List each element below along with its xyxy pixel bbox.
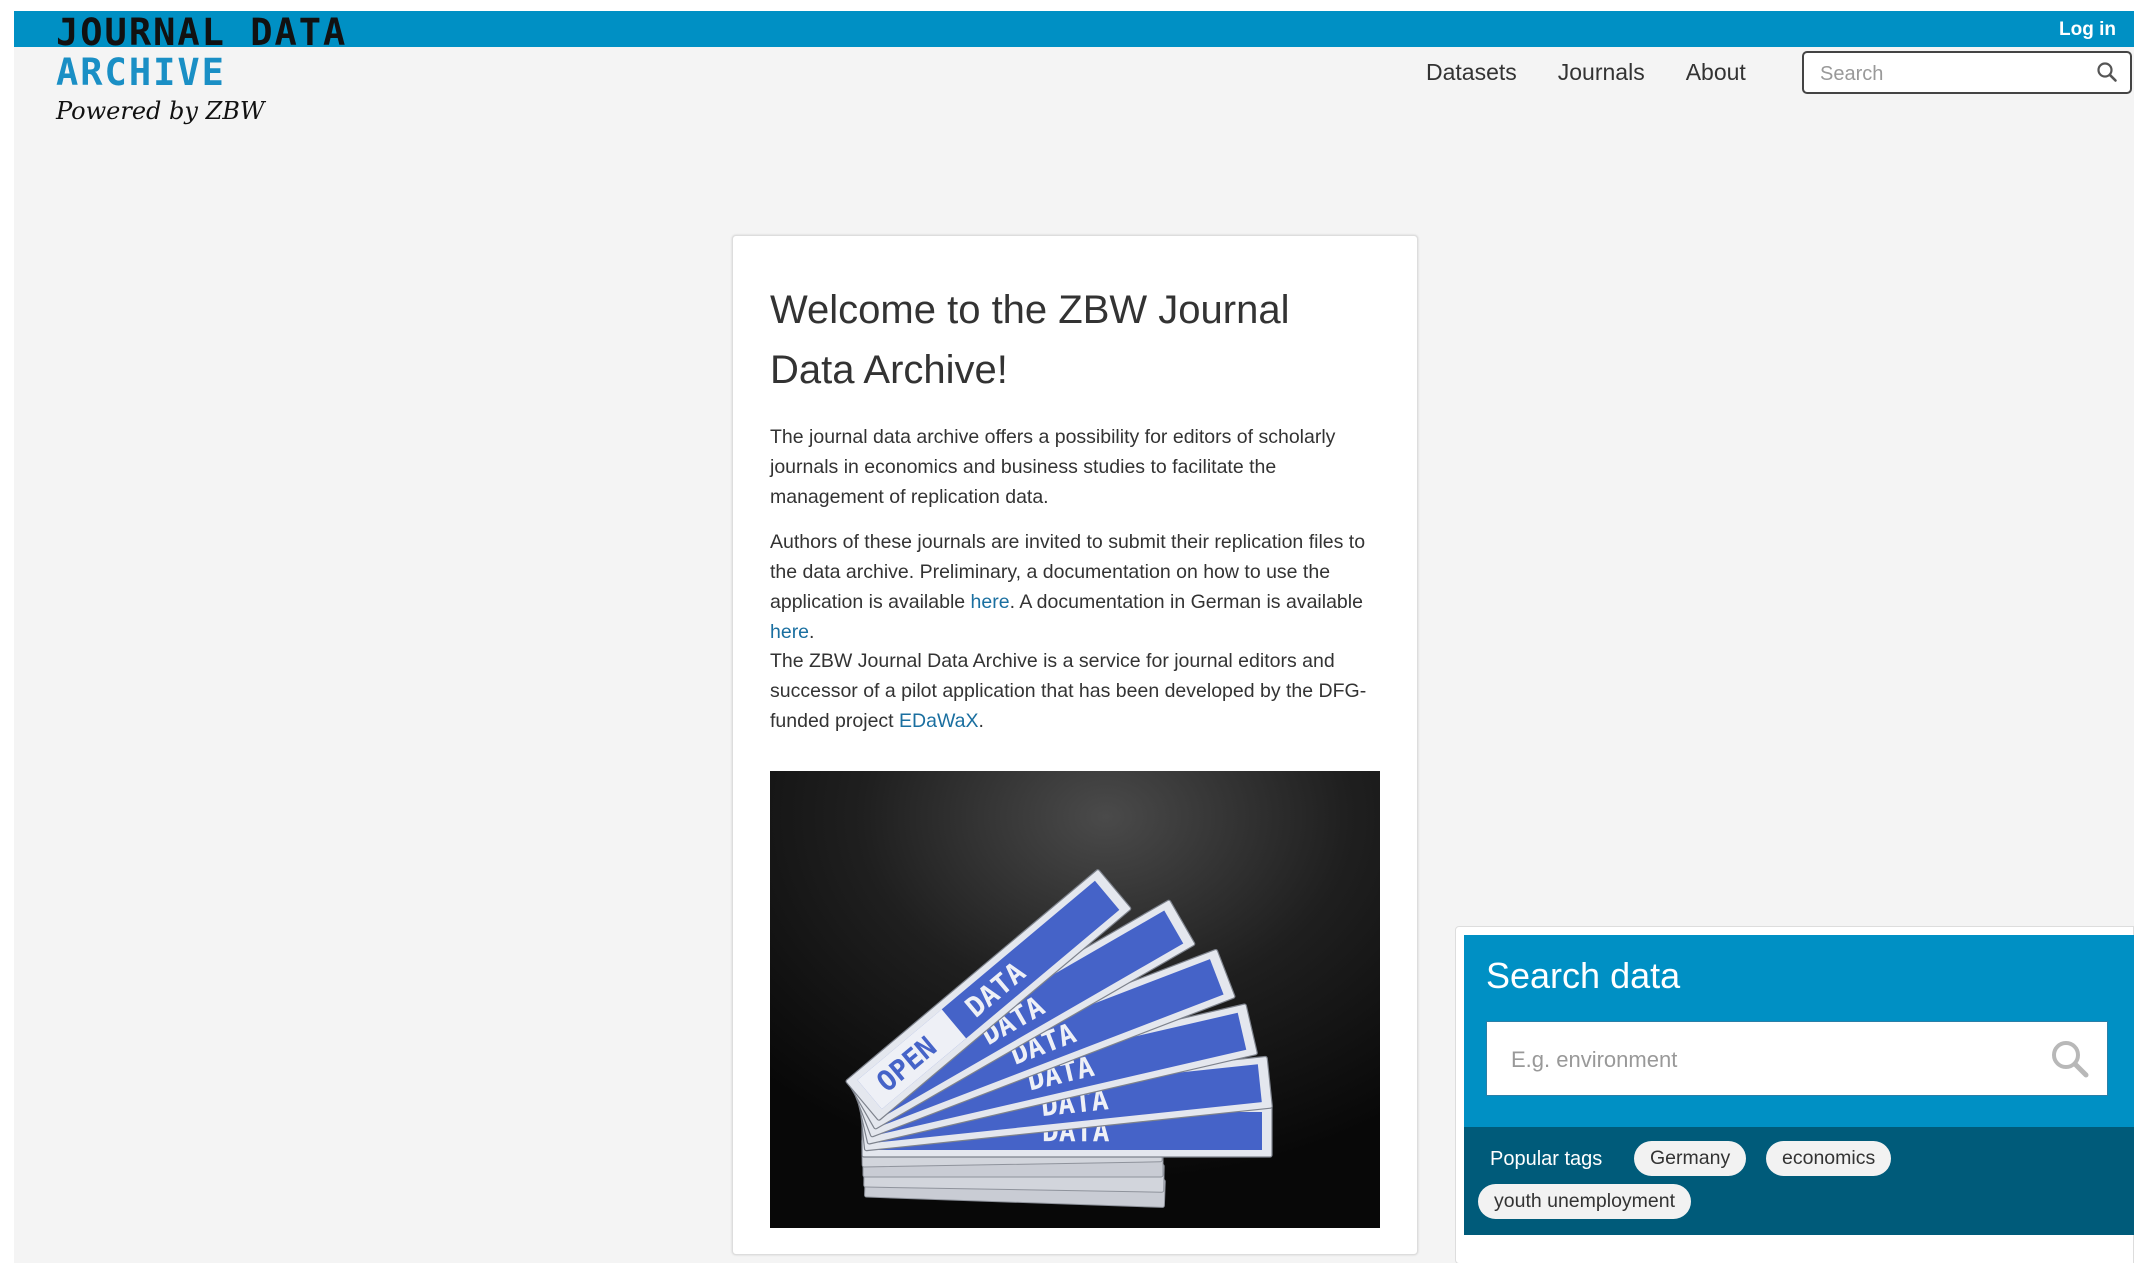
- nav-about[interactable]: About: [1686, 59, 1746, 86]
- service-paragraph: The ZBW Journal Data Archive is a servic…: [770, 646, 1390, 736]
- dataset-search-input[interactable]: [1509, 1040, 2033, 1080]
- logo-line-1: JOURNAL DATA: [56, 11, 348, 54]
- dataset-search-box: [1486, 1021, 2108, 1096]
- tag-youth-unemployment[interactable]: youth unemployment: [1478, 1184, 1692, 1219]
- popular-tags-label: Popular tags: [1490, 1148, 1603, 1170]
- popular-tags: Popular tags Germany economics youth une…: [1464, 1127, 2134, 1235]
- welcome-title: Welcome to the ZBW Journal Data Archive!: [770, 288, 1290, 392]
- german-documentation-link[interactable]: here: [770, 621, 809, 643]
- tag-economics[interactable]: economics: [1766, 1141, 1892, 1176]
- page: Log in JOURNAL DATA ARCHIVE Powered by Z…: [14, 11, 2134, 1263]
- authors-text-2: . A documentation in German is available: [1009, 591, 1363, 613]
- documentation-link[interactable]: here: [971, 591, 1010, 613]
- intro-paragraph: The journal data archive offers a possib…: [770, 426, 1336, 508]
- service-text-2: .: [978, 710, 984, 732]
- logo-tagline: Powered by ZBW: [56, 97, 265, 125]
- header-search-input[interactable]: [1818, 59, 2092, 89]
- login-link[interactable]: Log in: [2059, 19, 2116, 41]
- nav-journals[interactable]: Journals: [1558, 59, 1645, 86]
- search-data-panel: Search data Popular tags Germany economi…: [1455, 926, 2134, 1263]
- authors-paragraph: Authors of these journals are invited to…: [770, 527, 1390, 647]
- site-logo[interactable]: JOURNAL DATA ARCHIVE Powered by ZBW: [56, 11, 348, 126]
- nav-datasets[interactable]: Datasets: [1426, 59, 1517, 86]
- tag-germany[interactable]: Germany: [1634, 1141, 1747, 1176]
- logo-line-2: ARCHIVE: [56, 51, 226, 94]
- welcome-card: Welcome to the ZBW Journal Data Archive!…: [732, 235, 1418, 1255]
- search-data-title: Search data: [1486, 955, 1681, 996]
- main-nav: Datasets Journals About: [1426, 59, 1746, 86]
- header-search-box: [1802, 51, 2132, 94]
- edawax-link[interactable]: EDaWaX: [899, 710, 978, 732]
- service-text-1: The ZBW Journal Data Archive is a servic…: [770, 650, 1367, 732]
- search-data-box: Search data Popular tags Germany economi…: [1464, 935, 2134, 1235]
- open-data-image: DATA DATA DATA DATA DATA OPEN DATA: [770, 771, 1380, 1228]
- search-icon[interactable]: [2049, 1038, 2091, 1085]
- authors-text-3: .: [809, 621, 815, 643]
- search-icon[interactable]: [2096, 61, 2118, 88]
